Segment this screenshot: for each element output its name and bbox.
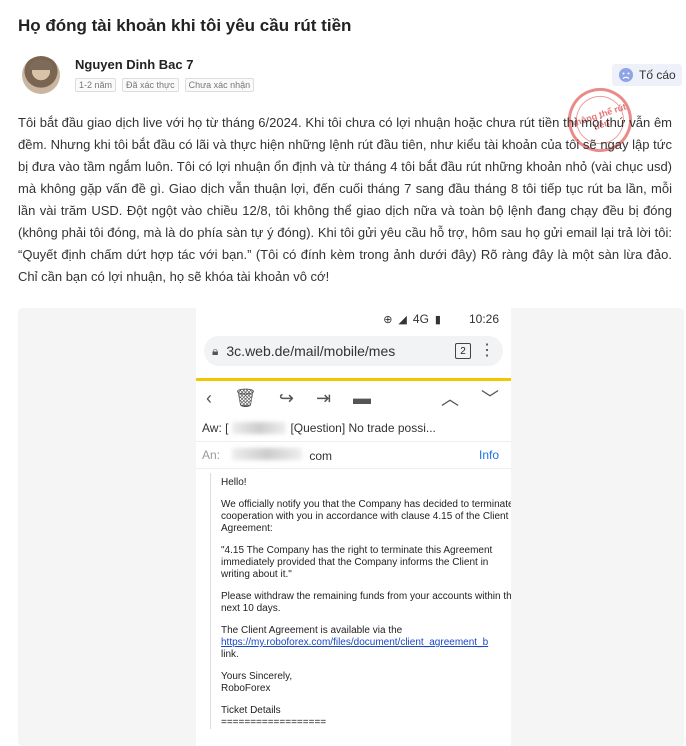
browser-url-bar[interactable]: 🔒︎ 3c.web.de/mail/mobile/mes 2 ⋮: [204, 336, 503, 366]
lock-icon: 🔒︎: [212, 343, 219, 358]
recipient-email: com: [228, 447, 479, 463]
mail-paragraph-1: We officially notify you that the Compan…: [221, 499, 511, 534]
email-suffix: com: [309, 448, 333, 463]
trash-icon[interactable]: 🗑︎: [234, 388, 257, 409]
redacted-email: [232, 447, 303, 460]
tag-experience: 1-2 năm: [75, 78, 117, 92]
phone-status-bar: ⊕ ◢ 4G ▮ 10:26: [196, 308, 511, 330]
tabs-count-icon[interactable]: 2: [455, 343, 471, 359]
mail-recipient-row: An: com Info: [196, 442, 511, 469]
url-text[interactable]: 3c.web.de/mail/mobile/mes: [226, 343, 447, 359]
mail-subject: [Question] No trade possi...: [290, 421, 436, 435]
reply-icon[interactable]: ↪: [279, 388, 294, 409]
mail-signature: Yours Sincerely, RoboForex: [221, 671, 511, 695]
redacted-text: [232, 422, 287, 434]
sad-face-icon: [619, 68, 633, 82]
mail-paragraph-2: "4.15 The Company has the right to termi…: [221, 545, 493, 580]
mail-agreement-text: The Client Agreement is available via th…: [221, 625, 403, 636]
link-suffix: link.: [221, 649, 239, 660]
tag-unconfirmed: Chưa xác nhận: [184, 78, 255, 92]
mail-company: RoboForex: [221, 683, 271, 694]
report-button[interactable]: Tố cáo: [612, 64, 682, 86]
sync-icon: ⊕: [383, 313, 393, 326]
phone-screenshot: ⊕ ◢ 4G ▮ 10:26 🔒︎ 3c.web.de/mail/mobile/…: [196, 308, 511, 746]
signal-icon: ◢: [398, 313, 407, 326]
ticket-rule: ==================: [221, 717, 327, 728]
back-icon[interactable]: ‹: [206, 388, 212, 409]
aw-prefix: Aw: [: [202, 421, 229, 435]
mail-subject-row: Aw: [ [Question] No trade possi...: [196, 415, 511, 442]
forward-icon[interactable]: ⇥: [316, 388, 331, 409]
ticket-section: Ticket Details ==================: [221, 705, 511, 729]
mail-closing: Yours Sincerely,: [221, 671, 293, 682]
tag-verified: Đã xác thực: [122, 78, 179, 92]
mail-body: Hello! We officially notify you that the…: [210, 473, 511, 729]
ticket-details: Ticket Details: [221, 705, 281, 716]
chevron-up-icon[interactable]: ︿: [441, 385, 459, 411]
report-label: Tố cáo: [639, 68, 676, 82]
avatar[interactable]: [22, 56, 60, 94]
menu-kebab-icon[interactable]: ⋮: [479, 343, 495, 359]
mail-toolbar: ‹ 🗑︎ ↪ ⇥ ▬ ︿ ﹀: [196, 381, 511, 415]
an-label: An:: [202, 448, 221, 462]
mail-greeting: Hello!: [221, 477, 247, 488]
chevron-down-icon[interactable]: ﹀: [481, 385, 499, 411]
folder-icon[interactable]: ▬: [353, 388, 371, 409]
agreement-link[interactable]: https://my.roboforex.com/files/document/…: [221, 637, 488, 648]
info-link[interactable]: Info: [479, 448, 499, 462]
author-tags: 1-2 năm Đã xác thực Chưa xác nhận: [75, 78, 255, 92]
mail-paragraph-4: The Client Agreement is available via th…: [221, 625, 511, 661]
mail-paragraph-3: Please withdraw the remaining funds from…: [221, 591, 511, 614]
post-title: Họ đóng tài khoản khi tôi yêu cầu rút ti…: [18, 16, 352, 35]
author-name[interactable]: Nguyen Dinh Bac 7: [75, 57, 193, 72]
network-type: 4G: [412, 312, 429, 326]
battery-icon: ▮: [434, 313, 441, 326]
status-time: 10:26: [468, 312, 499, 326]
post-body: Tôi bắt đầu giao dịch live với họ từ thá…: [18, 115, 672, 284]
